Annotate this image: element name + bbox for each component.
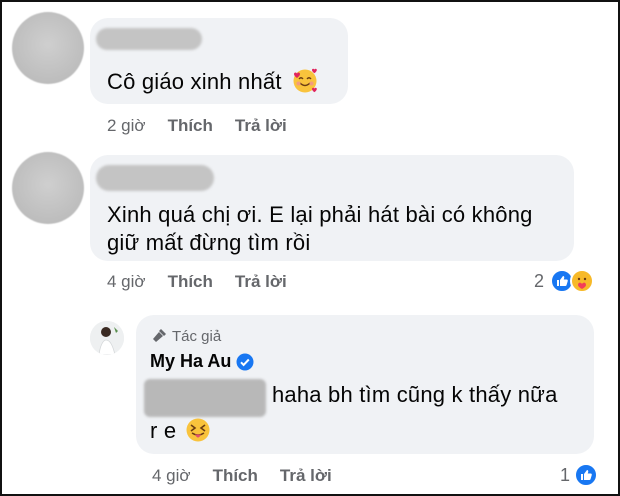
author-name[interactable]: My Ha Au xyxy=(150,351,231,372)
care-icon xyxy=(570,269,594,293)
comment-time[interactable]: 2 giờ xyxy=(107,116,146,136)
reply-text-line: haha bh tìm cũng k thấy nữa xyxy=(272,382,558,407)
smiling-face-with-hearts-icon xyxy=(292,68,318,94)
like-button[interactable]: Thích xyxy=(168,272,213,292)
comment-bubble: Xinh quá chị ơi. E lại phải hát bài có k… xyxy=(90,155,574,261)
reaction-count: 1 xyxy=(560,465,571,485)
reply-button[interactable]: Trả lời xyxy=(280,466,332,486)
blurred-commenter-name[interactable] xyxy=(96,165,214,191)
microphone-icon xyxy=(150,327,168,345)
reply-reactions[interactable]: 1 xyxy=(560,462,606,490)
reply-time[interactable]: 4 giờ xyxy=(152,466,191,486)
comment-text-line: giữ mất đừng tìm rồi xyxy=(107,230,311,255)
comment-actions: 4 giờ Thích Trả lời xyxy=(107,272,309,292)
author-badge-label: Tác giả xyxy=(172,327,222,345)
comment-text: Cô giáo xinh nhất xyxy=(107,66,318,97)
comment-actions: 2 giờ Thích Trả lời xyxy=(107,116,309,136)
reply-actions: 4 giờ Thích Trả lời xyxy=(152,466,354,486)
reaction-count: 2 xyxy=(534,271,545,291)
like-button[interactable]: Thích xyxy=(213,466,258,486)
squinting-tongue-face-icon xyxy=(185,417,211,443)
reply-text-line-2: r e xyxy=(150,415,211,446)
reply-bubble: Tác giả My Ha Au haha bh tìm cũng k thấy… xyxy=(136,315,594,454)
like-button[interactable]: Thích xyxy=(168,116,213,136)
author-avatar[interactable] xyxy=(90,321,124,355)
comment-text-line: Xinh quá chị ơi. E lại phải hát bài có k… xyxy=(107,202,533,227)
reply-button[interactable]: Trả lời xyxy=(235,272,287,292)
blurred-commenter-name[interactable] xyxy=(96,28,202,50)
blurred-mention[interactable] xyxy=(144,379,266,417)
commenter-avatar[interactable] xyxy=(12,12,84,84)
reply-button[interactable]: Trả lời xyxy=(235,116,287,136)
verified-badge-icon xyxy=(236,353,254,371)
like-icon xyxy=(574,463,598,487)
comment-reactions[interactable]: 2 xyxy=(534,268,604,296)
commenter-avatar[interactable] xyxy=(12,152,84,224)
author-badge: Tác giả xyxy=(150,327,221,345)
comment-bubble: Cô giáo xinh nhất xyxy=(90,18,348,104)
author-name-row: My Ha Au xyxy=(150,351,254,372)
comment-time[interactable]: 4 giờ xyxy=(107,272,146,292)
